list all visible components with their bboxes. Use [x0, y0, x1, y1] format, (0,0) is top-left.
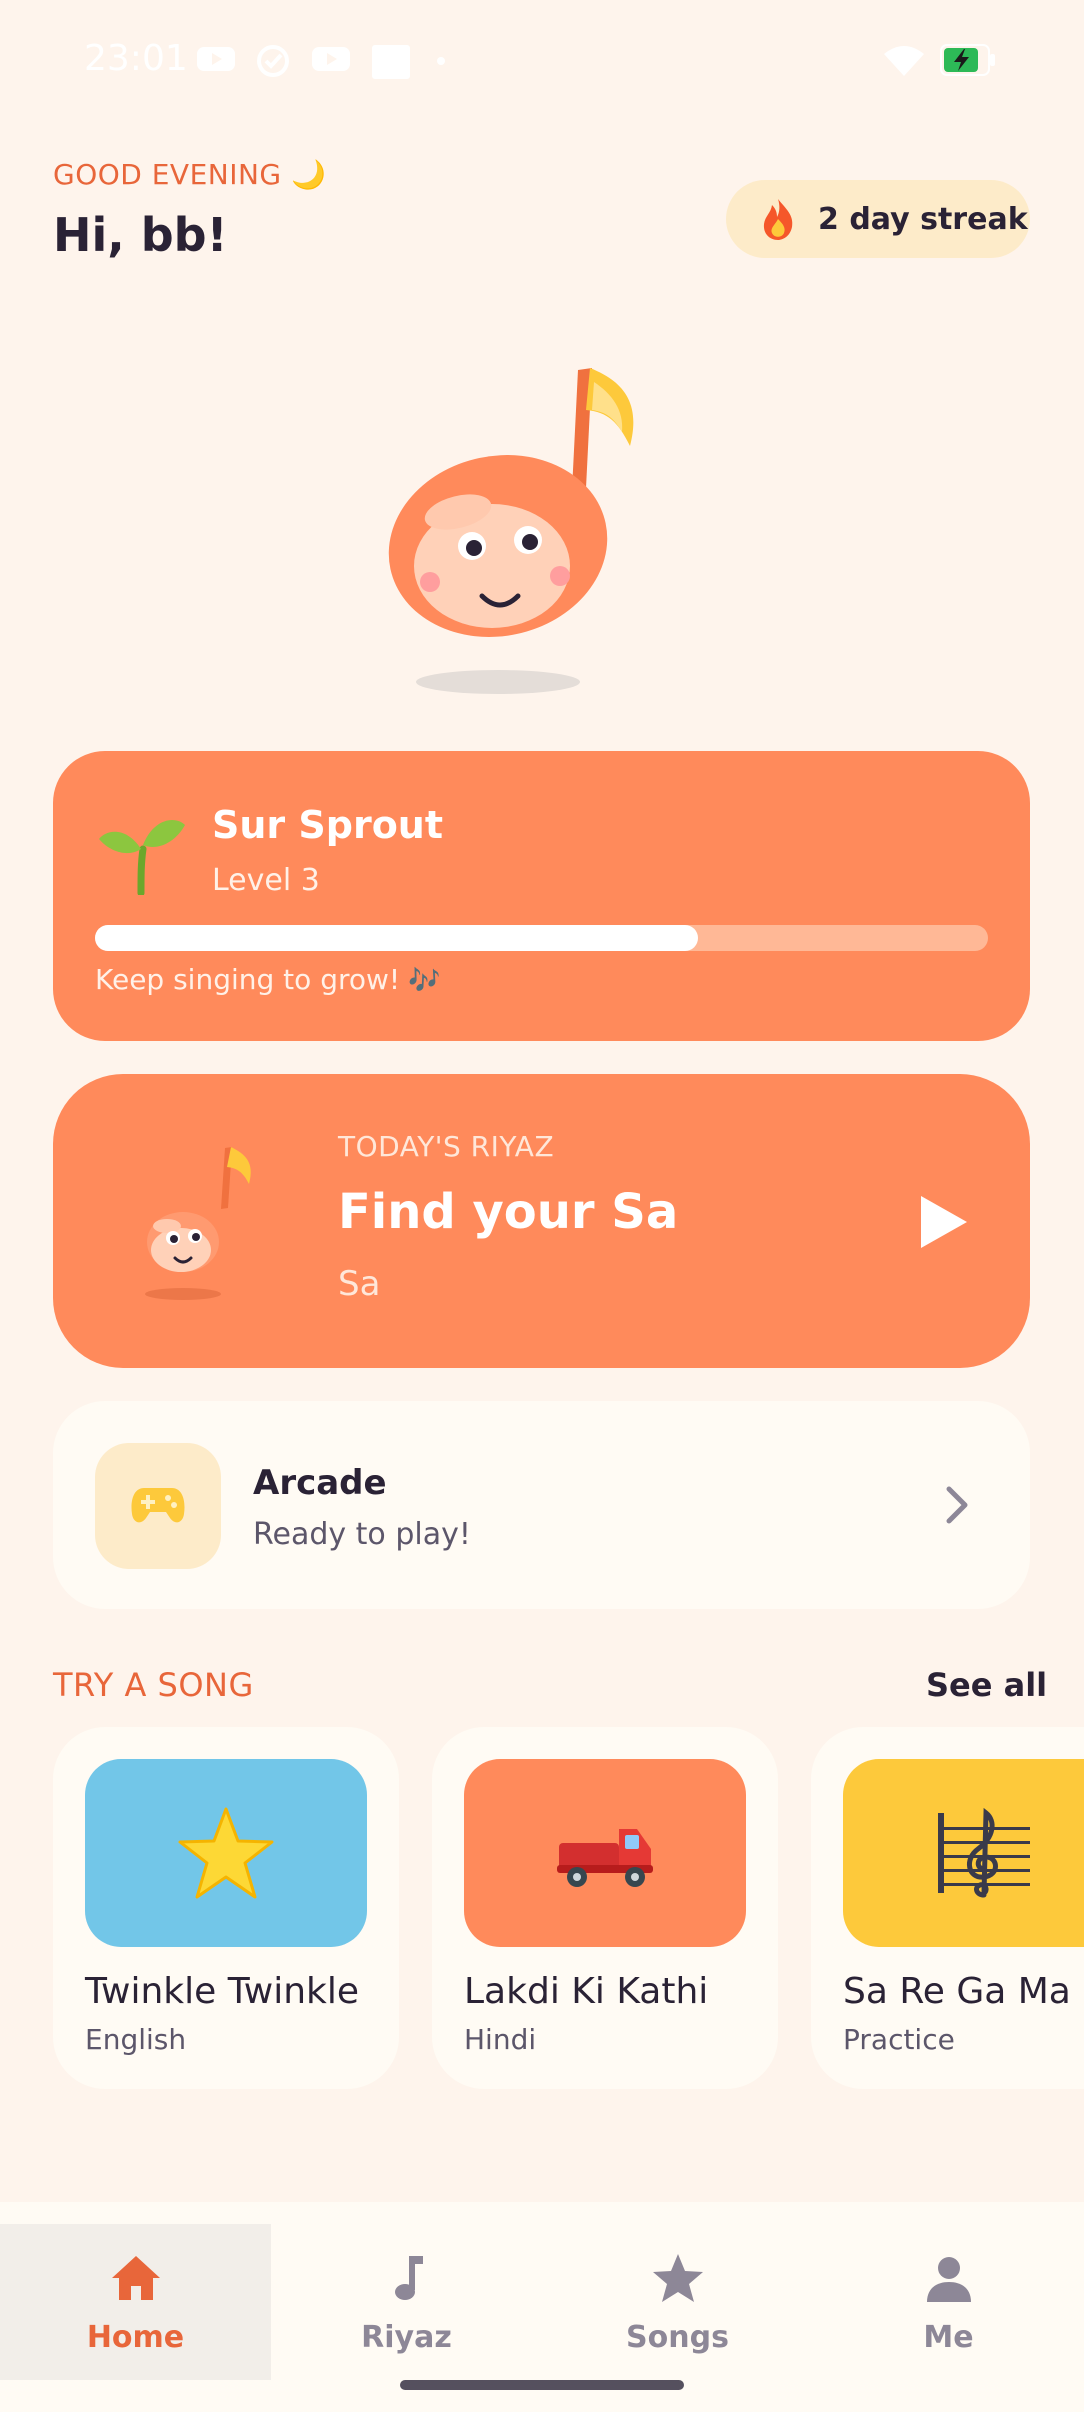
arcade-title: Arcade: [253, 1463, 387, 1503]
youtube-icon: [197, 47, 235, 71]
level-hint-text: Keep singing to grow!: [95, 963, 401, 996]
song-artwork: [843, 1759, 1084, 1947]
arcade-card[interactable]: Arcade Ready to play!: [53, 1401, 1030, 1609]
nav-songs[interactable]: Songs: [542, 2224, 813, 2380]
riyaz-kicker: TODAY'S RIYAZ: [338, 1130, 555, 1163]
status-time: 23:01: [84, 38, 188, 79]
battery-charging-icon: [940, 44, 995, 76]
song-title: Lakdi Ki Kathi: [464, 1971, 709, 2012]
star-icon: [178, 1807, 274, 1899]
home-icon: [111, 2256, 160, 2300]
level-progress-fill: [95, 925, 698, 951]
nav-riyaz[interactable]: Riyaz: [271, 2224, 542, 2380]
check-circle-icon: [257, 45, 289, 77]
fire-icon: [763, 199, 793, 240]
truck-icon: [557, 1829, 653, 1887]
home-indicator: [400, 2380, 684, 2390]
songs-section-title: TRY A SONG: [53, 1666, 254, 1704]
song-title: Twinkle Twinkle: [85, 1971, 360, 2012]
music-staff-icon: [938, 1807, 1030, 1898]
song-artwork: [464, 1759, 746, 1947]
song-card[interactable]: Twinkle Twinkle English: [53, 1727, 399, 2089]
todays-riyaz-card[interactable]: TODAY'S RIYAZ Find your Sa Sa: [53, 1074, 1030, 1368]
nav-label: Home: [86, 2320, 185, 2355]
mascot-illustration: [388, 368, 634, 694]
star-icon: [652, 2254, 703, 2302]
sprout-icon: [99, 819, 185, 895]
song-language: English: [85, 2023, 187, 2056]
nav-label: Me: [923, 2320, 974, 2355]
dot-icon: [437, 57, 445, 65]
level-number: Level 3: [212, 863, 320, 898]
streak-label: 2 day streak: [818, 201, 1028, 237]
level-hint: Keep singing to grow! 🎶: [95, 963, 441, 996]
level-title: Sur Sprout: [212, 803, 444, 847]
song-card[interactable]: Lakdi Ki Kathi Hindi: [432, 1727, 778, 2089]
youtube-icon: [312, 47, 350, 71]
song-title: Sa Re Ga Ma: [843, 1971, 1071, 2012]
level-card[interactable]: Sur Sprout Level 3 Keep singing to grow!…: [53, 751, 1030, 1041]
songs-carousel[interactable]: Twinkle Twinkle English Lakdi Ki Kathi H…: [53, 1727, 1084, 2091]
song-card[interactable]: Sa Re Ga Ma Practice: [811, 1727, 1084, 2089]
riyaz-note: Sa: [338, 1264, 381, 1304]
streak-badge[interactable]: 2 day streak: [726, 180, 1030, 258]
arcade-subtitle: Ready to play!: [253, 1517, 471, 1552]
music-notes-icon: 🎶: [408, 966, 441, 996]
song-artwork: [85, 1759, 367, 1947]
song-language: Practice: [843, 2023, 955, 2056]
play-icon[interactable]: [913, 1192, 973, 1252]
music-note-icon: [394, 2256, 423, 2300]
arcade-icon-box: [95, 1443, 221, 1569]
song-language: Hindi: [464, 2023, 537, 2056]
riyaz-title: Find your Sa: [338, 1184, 679, 1240]
wifi-icon: [884, 46, 924, 76]
status-bar: 23:01: [0, 0, 1084, 120]
square-icon: [372, 45, 410, 79]
page-title: Hi, bb!: [53, 208, 228, 262]
see-all-link[interactable]: See all: [926, 1666, 1047, 1704]
chevron-right-icon: [946, 1486, 968, 1524]
mascot-small-illustration: [145, 1147, 251, 1300]
nav-me[interactable]: Me: [813, 2224, 1084, 2380]
nav-label: Songs: [626, 2320, 729, 2355]
nav-home[interactable]: Home: [0, 2224, 271, 2380]
person-icon: [926, 2257, 971, 2302]
greeting-text: GOOD EVENING 🌙: [53, 158, 327, 191]
level-progress-bar: [95, 925, 988, 951]
gamepad-icon: [131, 1488, 185, 1523]
nav-label: Riyaz: [361, 2320, 452, 2355]
